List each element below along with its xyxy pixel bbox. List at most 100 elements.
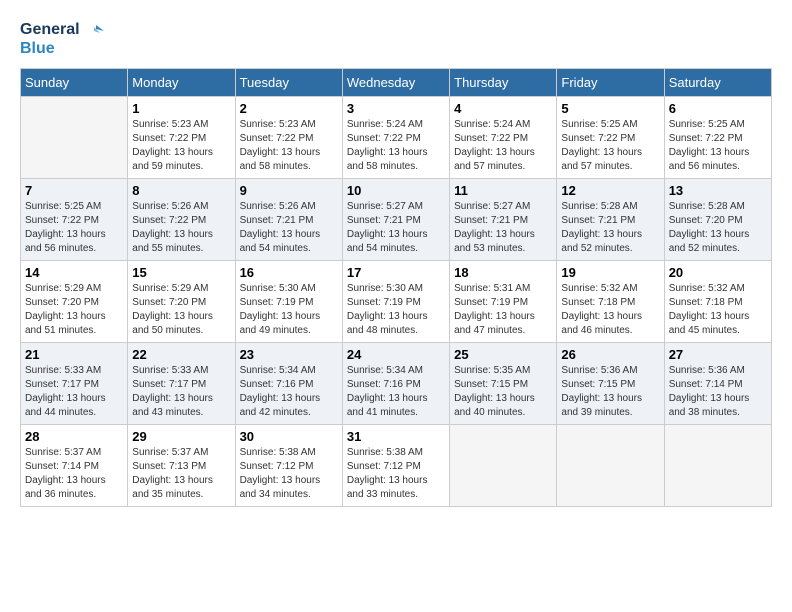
day-info: Sunrise: 5:25 AMSunset: 7:22 PMDaylight:… xyxy=(25,200,123,256)
calendar-cell: 4 Sunrise: 5:24 AMSunset: 7:22 PMDaylight… xyxy=(450,97,557,179)
calendar-cell: 31 Sunrise: 5:38 AMSunset: 7:12 PMDayligh… xyxy=(342,425,449,507)
logo-text: General Blue xyxy=(20,20,104,58)
weekday-header-friday: Friday xyxy=(557,69,664,97)
calendar-cell: 24Sunrise: 5:34 AMSunset: 7:16 PMDayligh… xyxy=(342,343,449,425)
day-info: Sunrise: 5:27 AMSunset: 7:21 PMDaylight:… xyxy=(454,200,552,256)
day-number: 29 xyxy=(132,429,230,444)
day-info: Sunrise: 5:23 AMSunset: 7:22 PMDaylight:… xyxy=(240,118,338,174)
day-info: Sunrise: 5:36 AMSunset: 7:15 PMDaylight:… xyxy=(561,364,659,420)
calendar-cell: 12 Sunrise: 5:28 AMSunset: 7:21 PMDayligh… xyxy=(557,179,664,261)
calendar-week-2: 7 Sunrise: 5:25 AMSunset: 7:22 PMDaylight… xyxy=(21,179,772,261)
calendar-cell: 29 Sunrise: 5:37 AMSunset: 7:13 PMDayligh… xyxy=(128,425,235,507)
calendar-cell: 9 Sunrise: 5:26 AMSunset: 7:21 PMDaylight… xyxy=(235,179,342,261)
calendar-cell: 16Sunrise: 5:30 AMSunset: 7:19 PMDayligh… xyxy=(235,261,342,343)
calendar-cell: 15 Sunrise: 5:29 AMSunset: 7:20 PMDayligh… xyxy=(128,261,235,343)
calendar-cell: 14Sunrise: 5:29 AMSunset: 7:20 PMDayligh… xyxy=(21,261,128,343)
calendar-week-5: 28 Sunrise: 5:37 AMSunset: 7:14 PMDayligh… xyxy=(21,425,772,507)
day-number: 22 xyxy=(132,347,230,362)
day-info: Sunrise: 5:30 AMSunset: 7:19 PMDaylight:… xyxy=(347,282,445,338)
day-info: Sunrise: 5:37 AMSunset: 7:13 PMDaylight:… xyxy=(132,446,230,502)
day-info: Sunrise: 5:33 AMSunset: 7:17 PMDaylight:… xyxy=(25,364,123,420)
day-number: 26 xyxy=(561,347,659,362)
day-number: 15 xyxy=(132,265,230,280)
calendar-cell: 10Sunrise: 5:27 AMSunset: 7:21 PMDayligh… xyxy=(342,179,449,261)
weekday-header-wednesday: Wednesday xyxy=(342,69,449,97)
calendar-cell: 8 Sunrise: 5:26 AMSunset: 7:22 PMDaylight… xyxy=(128,179,235,261)
calendar-cell: 20Sunrise: 5:32 AMSunset: 7:18 PMDayligh… xyxy=(664,261,771,343)
day-info: Sunrise: 5:28 AMSunset: 7:21 PMDaylight:… xyxy=(561,200,659,256)
weekday-header-sunday: Sunday xyxy=(21,69,128,97)
day-info: Sunrise: 5:31 AMSunset: 7:19 PMDaylight:… xyxy=(454,282,552,338)
day-number: 27 xyxy=(669,347,767,362)
day-number: 8 xyxy=(132,183,230,198)
day-number: 6 xyxy=(669,101,767,116)
calendar-week-1: 1 Sunrise: 5:23 AMSunset: 7:22 PMDaylight… xyxy=(21,97,772,179)
day-number: 17 xyxy=(347,265,445,280)
day-number: 1 xyxy=(132,101,230,116)
calendar-cell xyxy=(557,425,664,507)
calendar-cell: 27 Sunrise: 5:36 AMSunset: 7:14 PMDayligh… xyxy=(664,343,771,425)
day-info: Sunrise: 5:25 AMSunset: 7:22 PMDaylight:… xyxy=(561,118,659,174)
day-info: Sunrise: 5:32 AMSunset: 7:18 PMDaylight:… xyxy=(669,282,767,338)
calendar-cell: 28 Sunrise: 5:37 AMSunset: 7:14 PMDayligh… xyxy=(21,425,128,507)
calendar-week-3: 14Sunrise: 5:29 AMSunset: 7:20 PMDayligh… xyxy=(21,261,772,343)
calendar-cell xyxy=(450,425,557,507)
day-number: 31 xyxy=(347,429,445,444)
calendar-cell: 6 Sunrise: 5:25 AMSunset: 7:22 PMDaylight… xyxy=(664,97,771,179)
calendar-cell: 3 Sunrise: 5:24 AMSunset: 7:22 PMDaylight… xyxy=(342,97,449,179)
day-info: Sunrise: 5:29 AMSunset: 7:20 PMDaylight:… xyxy=(25,282,123,338)
day-info: Sunrise: 5:33 AMSunset: 7:17 PMDaylight:… xyxy=(132,364,230,420)
day-number: 5 xyxy=(561,101,659,116)
day-info: Sunrise: 5:36 AMSunset: 7:14 PMDaylight:… xyxy=(669,364,767,420)
day-number: 13 xyxy=(669,183,767,198)
calendar-table: SundayMondayTuesdayWednesdayThursdayFrid… xyxy=(20,68,772,507)
day-info: Sunrise: 5:26 AMSunset: 7:21 PMDaylight:… xyxy=(240,200,338,256)
weekday-header-thursday: Thursday xyxy=(450,69,557,97)
day-info: Sunrise: 5:32 AMSunset: 7:18 PMDaylight:… xyxy=(561,282,659,338)
day-info: Sunrise: 5:25 AMSunset: 7:22 PMDaylight:… xyxy=(669,118,767,174)
day-number: 24 xyxy=(347,347,445,362)
calendar-cell: 25 Sunrise: 5:35 AMSunset: 7:15 PMDayligh… xyxy=(450,343,557,425)
day-number: 19 xyxy=(561,265,659,280)
day-info: Sunrise: 5:26 AMSunset: 7:22 PMDaylight:… xyxy=(132,200,230,256)
calendar-cell: 21 Sunrise: 5:33 AMSunset: 7:17 PMDayligh… xyxy=(21,343,128,425)
day-info: Sunrise: 5:37 AMSunset: 7:14 PMDaylight:… xyxy=(25,446,123,502)
day-number: 28 xyxy=(25,429,123,444)
day-info: Sunrise: 5:23 AMSunset: 7:22 PMDaylight:… xyxy=(132,118,230,174)
day-info: Sunrise: 5:35 AMSunset: 7:15 PMDaylight:… xyxy=(454,364,552,420)
day-number: 2 xyxy=(240,101,338,116)
calendar-cell: 2 Sunrise: 5:23 AMSunset: 7:22 PMDaylight… xyxy=(235,97,342,179)
day-info: Sunrise: 5:38 AMSunset: 7:12 PMDaylight:… xyxy=(347,446,445,502)
day-info: Sunrise: 5:24 AMSunset: 7:22 PMDaylight:… xyxy=(347,118,445,174)
calendar-cell: 30 Sunrise: 5:38 AMSunset: 7:12 PMDayligh… xyxy=(235,425,342,507)
day-number: 12 xyxy=(561,183,659,198)
day-info: Sunrise: 5:29 AMSunset: 7:20 PMDaylight:… xyxy=(132,282,230,338)
day-number: 23 xyxy=(240,347,338,362)
day-number: 3 xyxy=(347,101,445,116)
calendar-cell: 7 Sunrise: 5:25 AMSunset: 7:22 PMDaylight… xyxy=(21,179,128,261)
weekday-header-row: SundayMondayTuesdayWednesdayThursdayFrid… xyxy=(21,69,772,97)
day-number: 11 xyxy=(454,183,552,198)
day-number: 25 xyxy=(454,347,552,362)
calendar-cell: 23Sunrise: 5:34 AMSunset: 7:16 PMDayligh… xyxy=(235,343,342,425)
logo-bird-icon xyxy=(86,21,104,39)
calendar-cell: 26 Sunrise: 5:36 AMSunset: 7:15 PMDayligh… xyxy=(557,343,664,425)
day-info: Sunrise: 5:24 AMSunset: 7:22 PMDaylight:… xyxy=(454,118,552,174)
calendar-cell: 11 Sunrise: 5:27 AMSunset: 7:21 PMDayligh… xyxy=(450,179,557,261)
calendar-week-4: 21 Sunrise: 5:33 AMSunset: 7:17 PMDayligh… xyxy=(21,343,772,425)
day-number: 16 xyxy=(240,265,338,280)
day-number: 21 xyxy=(25,347,123,362)
day-number: 7 xyxy=(25,183,123,198)
day-number: 4 xyxy=(454,101,552,116)
calendar-cell: 13 Sunrise: 5:28 AMSunset: 7:20 PMDayligh… xyxy=(664,179,771,261)
calendar-cell xyxy=(664,425,771,507)
weekday-header-saturday: Saturday xyxy=(664,69,771,97)
day-info: Sunrise: 5:38 AMSunset: 7:12 PMDaylight:… xyxy=(240,446,338,502)
calendar-cell: 22 Sunrise: 5:33 AMSunset: 7:17 PMDayligh… xyxy=(128,343,235,425)
header: General Blue xyxy=(20,20,772,58)
calendar-cell: 19 Sunrise: 5:32 AMSunset: 7:18 PMDayligh… xyxy=(557,261,664,343)
day-number: 30 xyxy=(240,429,338,444)
day-number: 9 xyxy=(240,183,338,198)
day-info: Sunrise: 5:28 AMSunset: 7:20 PMDaylight:… xyxy=(669,200,767,256)
calendar-cell: 18Sunrise: 5:31 AMSunset: 7:19 PMDayligh… xyxy=(450,261,557,343)
